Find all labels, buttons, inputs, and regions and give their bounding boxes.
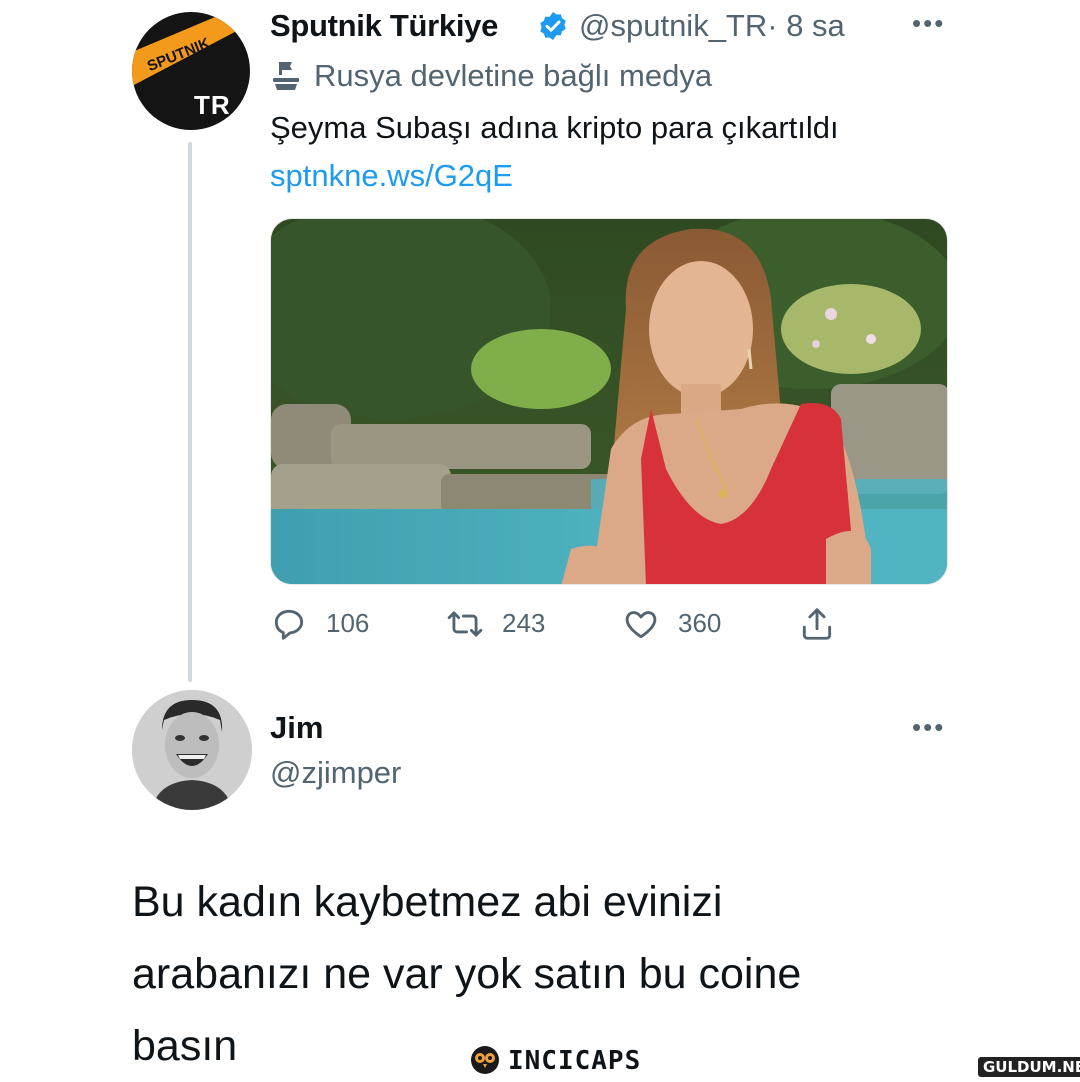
sputnik-logo-icon: SPUTNIK xyxy=(132,12,250,86)
thread-line xyxy=(188,142,192,682)
incicaps-owl-logo-icon xyxy=(471,1046,499,1074)
sputnik-avatar[interactable]: SPUTNIK TR xyxy=(132,12,250,130)
state-media-label[interactable]: Rusya devletine bağlı medya xyxy=(314,58,712,94)
jim-face-image xyxy=(132,690,252,810)
author-name[interactable]: Sputnik Türkiye xyxy=(270,8,498,44)
reply-count: 106 xyxy=(326,608,370,638)
share-icon[interactable] xyxy=(798,605,836,643)
tweet-time[interactable]: · 8 sa xyxy=(767,8,845,43)
woman-by-pool-image xyxy=(271,219,947,584)
avatar-tr-label: TR xyxy=(194,90,231,120)
reply-icon[interactable] xyxy=(270,605,308,643)
like-heart-icon[interactable] xyxy=(622,605,660,643)
incicaps-watermark: INCICAPS xyxy=(508,1046,642,1076)
verified-badge-icon xyxy=(540,12,566,40)
jim-avatar[interactable] xyxy=(132,690,252,810)
author-handle-and-time[interactable]: @sputnik_TR· 8 sa xyxy=(579,8,845,44)
state-media-icon xyxy=(273,62,299,90)
author-handle[interactable]: @sputnik_TR xyxy=(579,8,767,43)
more-options-icon[interactable]: ••• xyxy=(912,8,945,39)
retweet-count: 243 xyxy=(502,608,546,638)
reply-author-name[interactable]: Jim xyxy=(270,710,323,746)
tweet-text: Şeyma Subaşı adına kripto para çıkartıld… xyxy=(270,110,839,145)
retweet-icon[interactable] xyxy=(446,605,484,643)
reply-author-handle[interactable]: @zjimper xyxy=(270,755,401,791)
tweet-photo[interactable] xyxy=(270,218,948,585)
guldum-watermark: GULDUM.NET xyxy=(978,1057,1080,1077)
like-count: 360 xyxy=(678,608,722,638)
tweet-link[interactable]: sptnkne.ws/G2qE xyxy=(270,158,513,194)
reply-more-options-icon[interactable]: ••• xyxy=(912,712,945,743)
